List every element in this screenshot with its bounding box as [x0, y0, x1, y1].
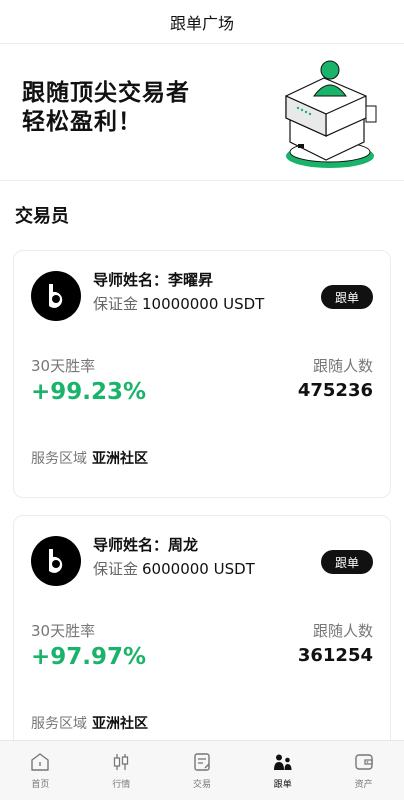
page-title: 跟单广场	[169, 13, 234, 33]
tab-assets-label: 资产	[354, 780, 373, 790]
tab-market-label: 行情	[112, 780, 131, 790]
bottom-tab-bar: 首页 行情 交易 跟单 资产	[0, 740, 404, 800]
followers-label: 跟随人数	[312, 357, 373, 375]
home-icon	[31, 753, 50, 771]
trader-name-label: 导师姓名：	[93, 271, 169, 289]
copy-trading-illustration-icon	[285, 60, 377, 168]
trade-icon	[194, 753, 210, 771]
deposit-value: 10000000 USDT	[142, 295, 265, 313]
trader-name-line: 导师姓名：李曜昇	[93, 269, 213, 290]
trader-name: 周龙	[168, 536, 199, 554]
tab-copy-trade-label: 跟单	[273, 780, 292, 790]
service-region: 服务区域 亚洲社区	[31, 713, 148, 733]
brand-b-logo-icon	[49, 284, 63, 308]
section-title-traders: 交易员	[15, 206, 69, 227]
trader-deposit-line: 保证金 10000000 USDT	[93, 293, 264, 314]
region-label: 服务区域	[31, 716, 87, 732]
tab-trade[interactable]: 交易	[162, 741, 243, 800]
tab-copy-trade[interactable]: 跟单	[242, 741, 323, 800]
candlestick-icon	[114, 754, 129, 770]
region-value: 亚洲社区	[92, 451, 148, 467]
followers-label: 跟随人数	[312, 622, 373, 640]
promo-banner: 跟随顶尖交易者 轻松盈利！	[0, 44, 404, 181]
winrate-value: +97.97%	[31, 644, 147, 670]
trader-avatar	[31, 536, 81, 586]
copy-trade-icon	[273, 754, 292, 770]
trader-name-line: 导师姓名：周龙	[93, 534, 198, 555]
brand-b-logo-icon	[49, 549, 63, 573]
tab-trade-label: 交易	[192, 780, 211, 790]
winrate-label: 30天胜率	[31, 622, 96, 640]
follow-button[interactable]: 跟单	[321, 285, 373, 309]
trader-avatar	[31, 271, 81, 321]
follow-button[interactable]: 跟单	[321, 550, 373, 574]
page-header: 跟单广场	[0, 0, 404, 44]
tab-home[interactable]: 首页	[0, 741, 81, 800]
wallet-icon	[354, 754, 373, 770]
region-value: 亚洲社区	[92, 716, 148, 732]
banner-line-2: 轻松盈利！	[22, 109, 142, 135]
deposit-label: 保证金	[93, 295, 139, 313]
trader-name-label: 导师姓名：	[93, 536, 169, 554]
banner-slogan: 跟随顶尖交易者 轻松盈利！	[22, 79, 190, 137]
tab-home-label: 首页	[31, 780, 50, 790]
trader-card[interactable]: 导师姓名：李曜昇 保证金 10000000 USDT 跟单 30天胜率 +99.2…	[13, 250, 391, 498]
winrate-label: 30天胜率	[31, 357, 96, 375]
deposit-label: 保证金	[93, 560, 139, 578]
tab-market[interactable]: 行情	[81, 741, 162, 800]
region-label: 服务区域	[31, 451, 87, 467]
trader-deposit-line: 保证金 6000000 USDT	[93, 558, 255, 579]
trader-name: 李曜昇	[168, 271, 214, 289]
trader-card[interactable]: 导师姓名：周龙 保证金 6000000 USDT 跟单 30天胜率 +97.97%…	[13, 515, 391, 763]
followers-value: 475236	[297, 380, 373, 401]
banner-line-1: 跟随顶尖交易者	[22, 80, 190, 106]
winrate-value: +99.23%	[31, 379, 147, 405]
trader-list: 导师姓名：李曜昇 保证金 10000000 USDT 跟单 30天胜率 +99.2…	[13, 250, 391, 780]
deposit-value: 6000000 USDT	[142, 560, 255, 578]
service-region: 服务区域 亚洲社区	[31, 448, 148, 468]
tab-assets[interactable]: 资产	[323, 741, 404, 800]
followers-value: 361254	[297, 645, 373, 666]
